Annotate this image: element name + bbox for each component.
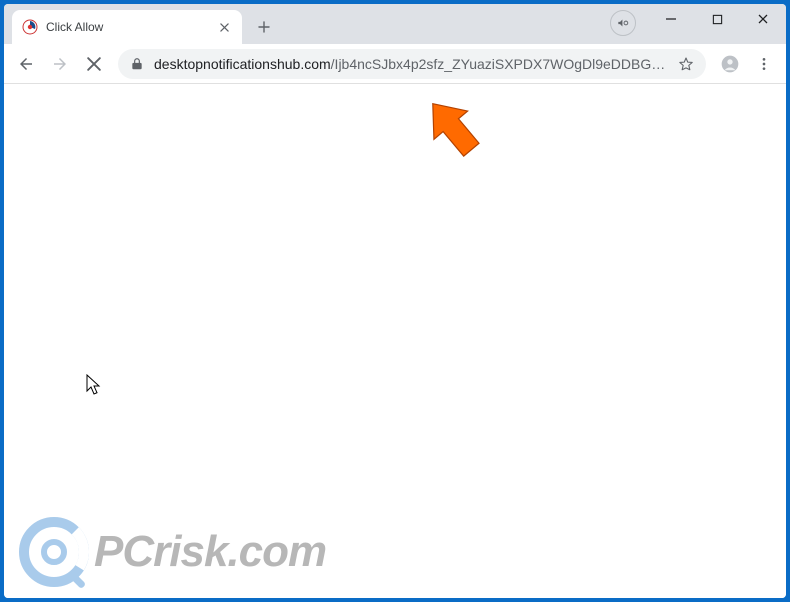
outer-frame: Click Allow <box>0 0 790 602</box>
url-domain: desktopnotificationshub.com <box>154 56 331 72</box>
tab-favicon <box>22 19 38 35</box>
watermark-logo-icon <box>18 516 90 588</box>
maximize-button[interactable] <box>694 4 740 34</box>
back-button[interactable] <box>10 48 42 80</box>
mouse-cursor-icon <box>86 374 102 396</box>
stop-reload-button[interactable] <box>78 48 110 80</box>
browser-tab[interactable]: Click Allow <box>12 10 242 44</box>
new-tab-button[interactable] <box>250 13 278 41</box>
toolbar-right <box>714 48 780 80</box>
titlebar: Click Allow <box>4 4 786 44</box>
menu-button[interactable] <box>748 48 780 80</box>
forward-button[interactable] <box>44 48 76 80</box>
tab-title: Click Allow <box>46 20 208 34</box>
annotation-arrow-icon <box>424 94 484 164</box>
tab-close-button[interactable] <box>216 19 232 35</box>
browser-window: Click Allow <box>4 4 786 598</box>
url-path: /Ijb4ncSJbx4p2sfz_ZYuaziSXPDX7WOgDl9eDDB… <box>331 56 668 72</box>
url-text: desktopnotificationshub.com/Ijb4ncSJbx4p… <box>154 56 668 72</box>
watermark-text: PCrisk.com <box>94 527 326 577</box>
address-bar[interactable]: desktopnotificationshub.com/Ijb4ncSJbx4p… <box>118 49 706 79</box>
profile-button[interactable] <box>714 48 746 80</box>
lock-icon <box>130 57 144 71</box>
bookmark-button[interactable] <box>678 56 694 72</box>
minimize-button[interactable] <box>648 4 694 34</box>
page-content: PCrisk.com <box>4 84 786 598</box>
watermark: PCrisk.com <box>18 516 326 588</box>
media-control-button[interactable] <box>610 10 636 36</box>
toolbar: desktopnotificationshub.com/Ijb4ncSJbx4p… <box>4 44 786 84</box>
window-close-button[interactable] <box>740 4 786 34</box>
window-controls <box>648 4 786 36</box>
